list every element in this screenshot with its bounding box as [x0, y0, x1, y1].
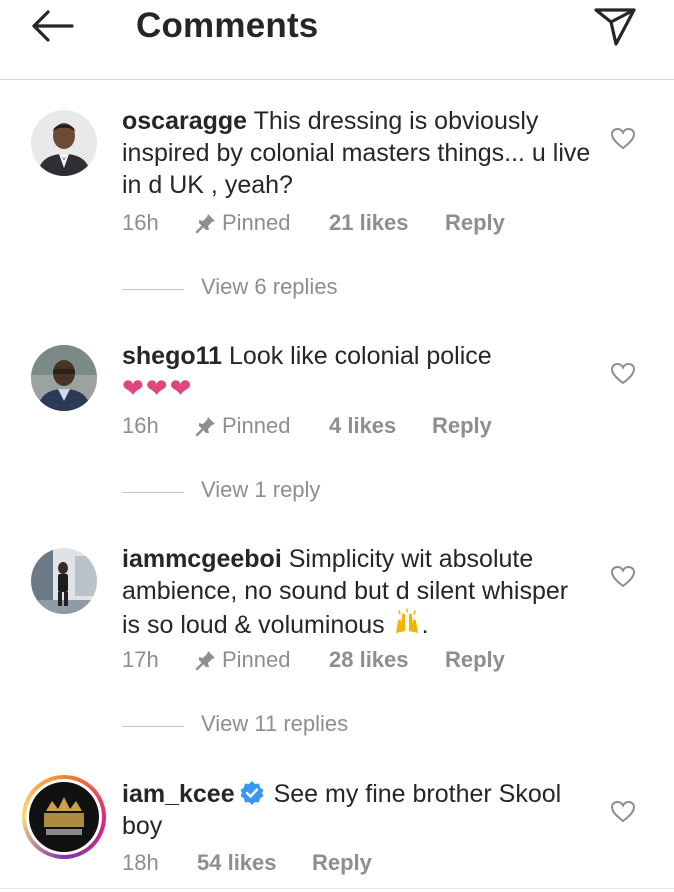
comment-username[interactable]: shego11	[122, 342, 222, 370]
reply-button[interactable]: Reply	[445, 210, 505, 236]
pinned-label: Pinned	[222, 413, 291, 438]
likes-count[interactable]: 54 likes	[197, 850, 277, 876]
avatar[interactable]	[31, 548, 97, 614]
heart-icon[interactable]	[610, 361, 636, 387]
verified-badge-icon	[240, 781, 264, 805]
avatar[interactable]	[31, 345, 97, 411]
view-replies-label: View 6 replies	[201, 274, 338, 299]
likes-count[interactable]: 4 likes	[329, 413, 396, 439]
likes-count[interactable]: 28 likes	[329, 647, 409, 673]
divider	[122, 289, 184, 290]
avatar[interactable]	[31, 110, 97, 176]
bottom-divider	[0, 888, 674, 889]
heart-icon[interactable]	[610, 126, 636, 152]
reply-button[interactable]: Reply	[312, 850, 372, 876]
pinned-label: Pinned	[222, 647, 291, 672]
comment-time: 18h	[122, 850, 159, 875]
avatar[interactable]	[22, 775, 106, 859]
comment-text: Look like colonial police	[229, 342, 492, 370]
heart-icon[interactable]	[610, 799, 636, 825]
pin-icon	[195, 651, 215, 671]
view-replies-label: View 11 replies	[201, 711, 349, 736]
pin-icon	[195, 214, 215, 234]
reply-button[interactable]: Reply	[445, 647, 505, 673]
reply-button[interactable]: Reply	[432, 413, 492, 439]
view-replies-label: View 1 reply	[201, 477, 321, 502]
comment-time: 16h	[122, 413, 159, 438]
share-button[interactable]	[592, 4, 638, 48]
comment-body: iam_kcee See my fine brother Skool boy	[122, 778, 592, 842]
divider	[122, 492, 184, 493]
back-button[interactable]	[28, 6, 76, 46]
comment-time: 17h	[122, 647, 159, 672]
back-arrow-icon	[32, 10, 74, 42]
comment-username[interactable]: iammcgeeboi	[122, 545, 282, 573]
comment-username[interactable]: iam_kcee	[122, 780, 235, 808]
comment-time: 16h	[122, 210, 159, 235]
comment-text-end: .	[421, 611, 429, 639]
page-title: Comments	[136, 6, 319, 45]
comment-username[interactable]: oscaragge	[122, 107, 247, 135]
comment-body: shego11 Look like colonial police ❤❤❤	[122, 340, 592, 404]
likes-count[interactable]: 21 likes	[329, 210, 409, 236]
header: Comments	[0, 0, 674, 80]
direct-send-icon	[594, 8, 636, 46]
comment-body: iammcgeeboi Simplicity wit absolute ambi…	[122, 543, 592, 641]
raising-hands-emoji-icon	[395, 608, 418, 633]
pinned-label: Pinned	[222, 210, 291, 235]
heart-icon[interactable]	[610, 564, 636, 590]
comment-body: oscaragge This dressing is obviously ins…	[122, 105, 592, 201]
heart-emojis: ❤❤❤	[122, 373, 194, 403]
pin-icon	[195, 417, 215, 437]
divider	[122, 726, 184, 727]
